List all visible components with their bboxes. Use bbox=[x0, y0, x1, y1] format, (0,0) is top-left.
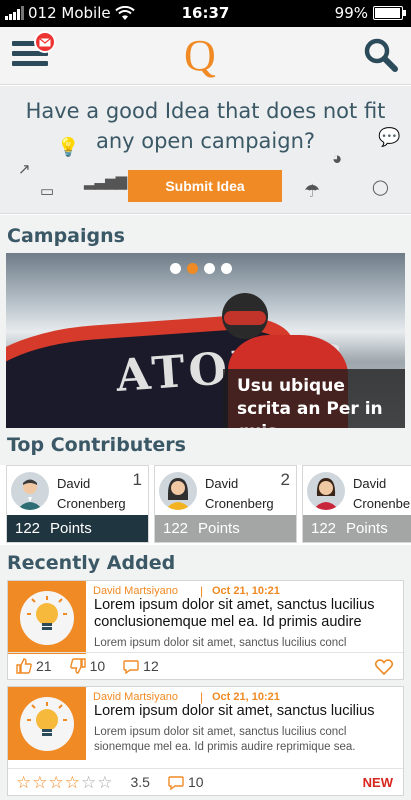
status-bar: 012 Mobile 16:37 99% bbox=[0, 0, 411, 27]
star-icon[interactable]: ☆ bbox=[81, 774, 96, 791]
battery-percent: 99% bbox=[334, 4, 368, 22]
ring-icon: ◯ bbox=[372, 179, 389, 196]
meta-separator: | bbox=[200, 690, 204, 704]
idea-author[interactable]: David Martsiyano bbox=[93, 691, 178, 703]
idea-thumbnail bbox=[8, 581, 86, 654]
star-icon[interactable]: ☆ bbox=[49, 774, 64, 791]
idea-date: Oct 21, 10:21 bbox=[212, 691, 280, 703]
contributor-first-name: David bbox=[57, 476, 91, 491]
comment-count: 10 bbox=[187, 774, 204, 790]
star-icon[interactable]: ☆ bbox=[32, 774, 47, 791]
campaign-caption[interactable]: Usu ubique scrita an Per in quis bbox=[223, 369, 405, 428]
comments-button[interactable]: 10 bbox=[168, 774, 204, 790]
points-label: Points bbox=[50, 520, 92, 537]
contributor-last-name: Cronenberg bbox=[205, 496, 274, 511]
thumbs-up-icon bbox=[16, 658, 32, 674]
points-bar: 122 Points bbox=[7, 515, 148, 542]
campaigns-heading: Campaigns bbox=[7, 225, 125, 247]
heart-icon[interactable] bbox=[375, 659, 393, 675]
contributor-first-name: David bbox=[353, 476, 387, 491]
idea-headline: Lorem ipsum dolor sit amet, sanctus luci… bbox=[94, 703, 375, 719]
comments-button[interactable]: 12 bbox=[123, 658, 159, 674]
points-label: Points bbox=[346, 520, 388, 537]
contributors-heading: Top Contributers bbox=[7, 434, 186, 456]
contributor-rank: 1 bbox=[132, 470, 142, 489]
campaign-carousel[interactable]: ATOMIC Usu ubique scrita an Per in quis bbox=[6, 253, 405, 428]
battery-icon bbox=[373, 6, 406, 20]
lightbulb-icon: 💡 bbox=[57, 137, 80, 157]
carousel-dot[interactable] bbox=[221, 263, 232, 274]
laptop-icon: ▭ bbox=[40, 183, 55, 200]
meta-separator: | bbox=[200, 584, 204, 598]
points-value: 122 bbox=[15, 520, 41, 537]
star-icon[interactable]: ☆ bbox=[97, 774, 112, 791]
pie-chart-icon: ◕ bbox=[332, 149, 343, 168]
rating-value: 3.5 bbox=[130, 774, 150, 790]
star-icon[interactable]: ☆ bbox=[16, 774, 31, 791]
idea-thumbnail bbox=[8, 687, 86, 760]
rating-stars[interactable]: ☆ ☆ ☆ ☆ ☆ ☆ bbox=[16, 774, 113, 791]
avatar bbox=[11, 472, 49, 510]
contributors-list: David Cronenberg 1 122 Points David Cronen… bbox=[6, 465, 411, 543]
idea-body: Lorem ipsum dolor sit amet, sanctus luci… bbox=[94, 726, 356, 753]
comment-count: 12 bbox=[143, 658, 159, 674]
lightbulb-icon bbox=[20, 590, 74, 645]
like-button[interactable]: 21 bbox=[16, 658, 52, 674]
carousel-dots[interactable] bbox=[170, 263, 232, 274]
idea-author[interactable]: David Martsiyano bbox=[93, 585, 178, 597]
contributor-card[interactable]: David Cronenberg 2 122 Points bbox=[154, 465, 297, 543]
submit-idea-button[interactable]: Submit Idea bbox=[128, 170, 282, 202]
idea-body: Lorem ipsum dolor sit amet, sanctus luci… bbox=[94, 637, 347, 649]
like-count: 21 bbox=[36, 658, 52, 674]
points-label: Points bbox=[198, 520, 240, 537]
points-value: 122 bbox=[163, 520, 189, 537]
points-value: 122 bbox=[311, 520, 337, 537]
avatar bbox=[159, 472, 197, 510]
idea-headline: Lorem ipsum dolor sit amet, sanctus luci… bbox=[94, 597, 375, 630]
app-header: Q bbox=[0, 27, 411, 85]
lightbulb-icon bbox=[20, 696, 74, 751]
trend-arrow-icon: ↗ bbox=[18, 161, 31, 178]
contributor-last-name: Cronenberg bbox=[57, 496, 126, 511]
search-button[interactable] bbox=[363, 37, 399, 73]
idea-banner: Have a good Idea that does not fit any o… bbox=[0, 86, 411, 214]
umbrella-icon: ☂ bbox=[304, 181, 321, 201]
points-bar: 122 Points bbox=[155, 515, 296, 542]
avatar bbox=[307, 472, 345, 510]
idea-footer: 21 10 12 bbox=[8, 652, 403, 679]
carousel-dot[interactable] bbox=[170, 263, 181, 274]
carousel-dot[interactable] bbox=[204, 263, 215, 274]
search-icon bbox=[364, 38, 398, 72]
rider-goggles bbox=[224, 311, 266, 325]
comment-icon bbox=[168, 775, 184, 790]
carousel-dot[interactable] bbox=[187, 263, 198, 274]
bar-chart-icon: ▂▃▅▆ bbox=[84, 173, 127, 190]
dislike-count: 10 bbox=[89, 658, 106, 674]
dislike-button[interactable]: 10 bbox=[69, 658, 106, 674]
contributor-first-name: David bbox=[205, 476, 239, 491]
comment-icon bbox=[123, 659, 139, 674]
thumbs-down-icon bbox=[69, 658, 86, 674]
speech-bubble-icon: 💬 bbox=[378, 127, 401, 147]
contributor-rank: 2 bbox=[280, 470, 290, 489]
contributor-card[interactable]: David Cronenberg 122 Points bbox=[302, 465, 411, 543]
recent-heading: Recently Added bbox=[7, 552, 176, 574]
idea-date: Oct 21, 10:21 bbox=[212, 585, 280, 597]
idea-footer: ☆ ☆ ☆ ☆ ☆ ☆ 3.5 10 NEW bbox=[8, 768, 403, 795]
new-badge: NEW bbox=[362, 775, 393, 790]
idea-card[interactable]: David Martsiyano | Oct 21, 10:21 Lorem i… bbox=[7, 686, 404, 796]
contributor-last-name: Cronenberg bbox=[353, 496, 411, 511]
mail-notification-icon[interactable] bbox=[34, 31, 56, 53]
star-icon[interactable]: ☆ bbox=[65, 774, 80, 791]
points-bar: 122 Points bbox=[303, 515, 411, 542]
app-logo[interactable]: Q bbox=[184, 31, 216, 81]
contributor-card[interactable]: David Cronenberg 1 122 Points bbox=[6, 465, 149, 543]
idea-card[interactable]: David Martsiyano | Oct 21, 10:21 Lorem i… bbox=[7, 580, 404, 680]
